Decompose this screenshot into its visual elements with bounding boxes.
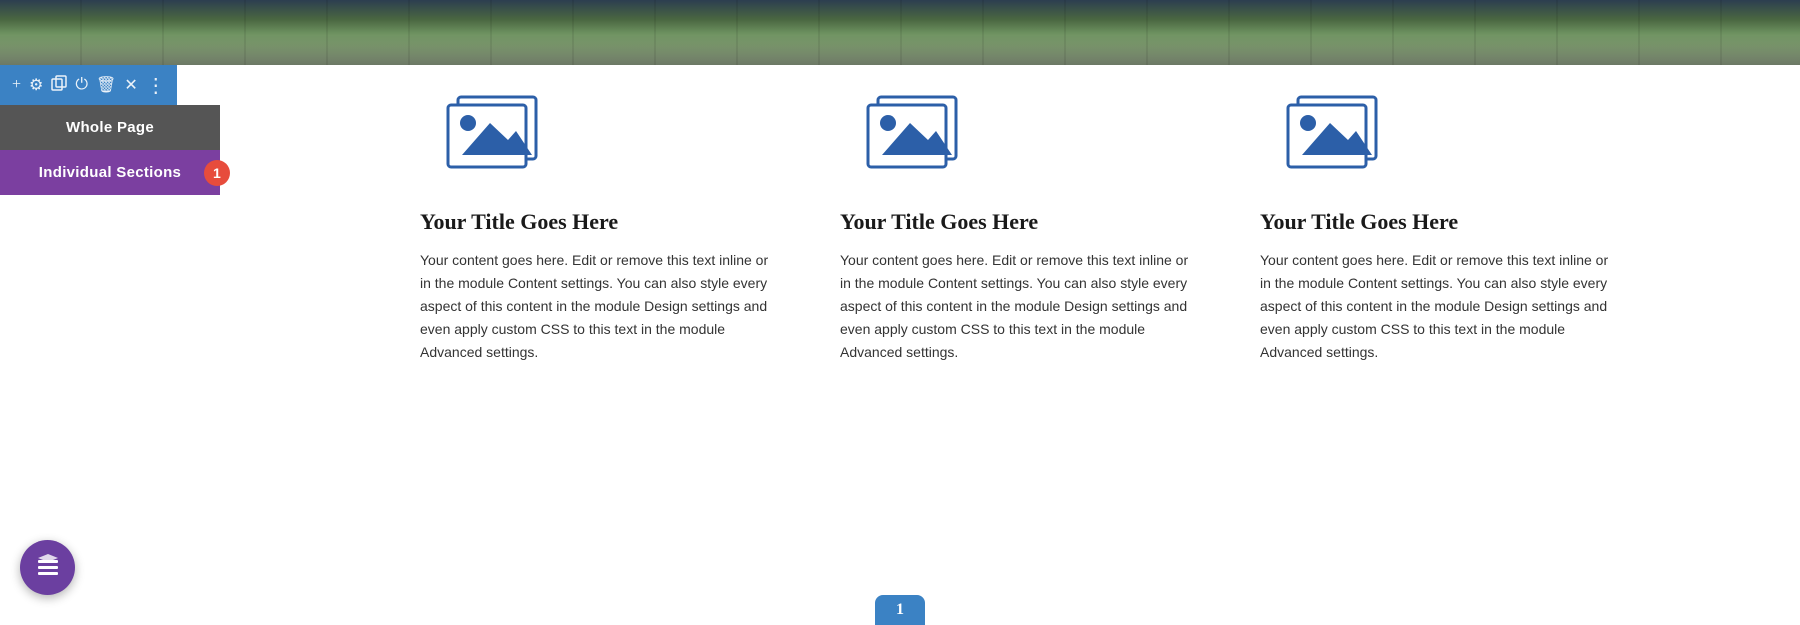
fab-button[interactable] bbox=[20, 540, 75, 595]
top-banner bbox=[0, 0, 1800, 65]
layers-icon bbox=[34, 554, 62, 582]
toolbar: + ⚙ ⏻ 🗑 ✕ ⋮ bbox=[0, 65, 177, 105]
column-3: Your Title Goes Here Your content goes h… bbox=[1230, 85, 1650, 364]
column-1-body: Your content goes here. Edit or remove t… bbox=[420, 249, 780, 364]
close-icon[interactable]: ✕ bbox=[124, 75, 137, 95]
image-placeholder-1 bbox=[440, 85, 560, 185]
badge-count: 1 bbox=[204, 160, 230, 186]
image-placeholder-3 bbox=[1280, 85, 1400, 185]
column-1-title: Your Title Goes Here bbox=[420, 209, 618, 235]
power-icon[interactable]: ⏻ bbox=[75, 76, 88, 94]
settings-icon[interactable]: ⚙ bbox=[29, 75, 43, 95]
columns-container: Your Title Goes Here Your content goes h… bbox=[0, 65, 1800, 374]
pagination-number: 1 bbox=[896, 601, 904, 619]
column-1: Your Title Goes Here Your content goes h… bbox=[390, 85, 810, 364]
bottom-pagination[interactable]: 1 bbox=[875, 595, 925, 625]
column-2-body: Your content goes here. Edit or remove t… bbox=[840, 249, 1200, 364]
image-placeholder-2 bbox=[860, 85, 980, 185]
column-2: Your Title Goes Here Your content goes h… bbox=[810, 85, 1230, 364]
duplicate-icon[interactable] bbox=[51, 75, 67, 96]
column-2-title: Your Title Goes Here bbox=[840, 209, 1038, 235]
column-3-body: Your content goes here. Edit or remove t… bbox=[1260, 249, 1620, 364]
more-options-icon[interactable]: ⋮ bbox=[146, 73, 165, 98]
whole-page-button[interactable]: Whole Page bbox=[0, 105, 220, 150]
trash-icon[interactable]: 🗑 bbox=[96, 75, 116, 95]
add-icon[interactable]: + bbox=[12, 76, 21, 94]
individual-sections-button[interactable]: Individual Sections 1 bbox=[0, 150, 220, 195]
sidebar-buttons: Whole Page Individual Sections 1 bbox=[0, 105, 220, 195]
column-3-title: Your Title Goes Here bbox=[1260, 209, 1458, 235]
